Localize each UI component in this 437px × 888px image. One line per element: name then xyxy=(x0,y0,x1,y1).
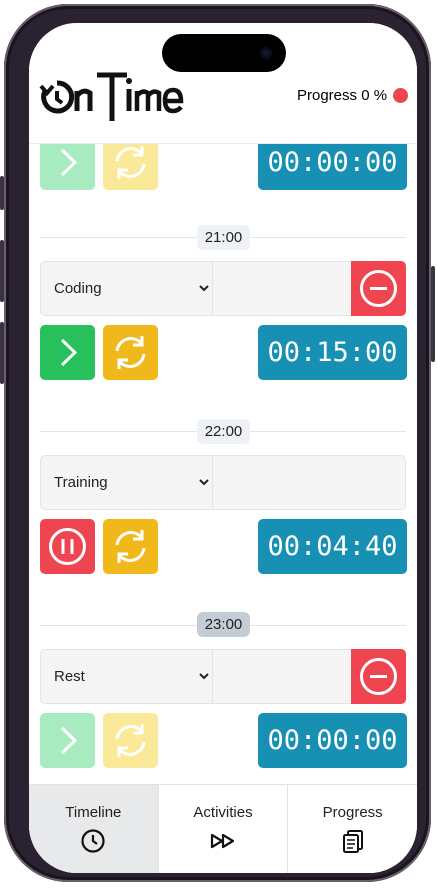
reset-button[interactable] xyxy=(103,519,158,574)
tab-timeline[interactable]: Timeline xyxy=(29,785,159,873)
progress-status-dot xyxy=(393,88,409,103)
refresh-icon xyxy=(115,336,146,369)
timeline-content[interactable]: 00:00:00 21:00 Coding 00:15:00 22:00 Tra… xyxy=(29,23,417,873)
pause-button[interactable] xyxy=(40,519,95,574)
reset-button[interactable] xyxy=(103,325,158,380)
remove-activity-button[interactable] xyxy=(351,649,406,704)
chevron-down-icon xyxy=(199,479,209,486)
clock-icon xyxy=(81,829,105,853)
play-button[interactable] xyxy=(40,713,95,768)
activity-select-row: Coding xyxy=(40,261,406,316)
play-icon xyxy=(60,726,78,755)
activity-select[interactable]: Rest xyxy=(41,650,213,703)
tab-label: Progress xyxy=(322,804,383,821)
remove-activity-button[interactable] xyxy=(351,261,406,316)
time-slot-chip: 21:00 xyxy=(197,225,250,250)
activity-timer: 00:15:00 xyxy=(258,325,407,380)
play-icon xyxy=(60,338,78,367)
progress-indicator: Progress 0 % xyxy=(297,87,409,104)
phone-frame: 00:00:00 21:00 Coding 00:15:00 22:00 Tra… xyxy=(0,4,435,882)
time-slot-chip-current: 23:00 xyxy=(197,612,250,637)
pause-icon xyxy=(49,528,86,565)
tab-label: Timeline xyxy=(65,804,122,821)
activity-select[interactable]: Training xyxy=(41,456,213,509)
chevron-down-icon xyxy=(199,673,209,680)
refresh-icon xyxy=(115,724,146,757)
reset-button[interactable] xyxy=(103,713,158,768)
minus-circle-icon xyxy=(360,270,397,307)
refresh-icon xyxy=(115,530,146,563)
activity-select[interactable]: Coding xyxy=(41,262,213,315)
activity-select-row: Rest xyxy=(40,649,406,704)
tab-activities[interactable]: Activities xyxy=(159,785,289,873)
power-button xyxy=(431,266,435,362)
clipboard-icon xyxy=(342,830,363,853)
fast-forward-icon xyxy=(210,833,235,849)
activity-select-row: Training xyxy=(40,455,406,510)
play-button[interactable] xyxy=(40,325,95,380)
activity-select-value: Coding xyxy=(54,280,102,297)
tab-label: Activities xyxy=(193,804,253,821)
side-button xyxy=(0,176,4,210)
activity-select-value: Rest xyxy=(54,668,85,685)
tab-progress[interactable]: Progress xyxy=(288,785,417,873)
minus-circle-icon xyxy=(360,658,397,695)
volume-up-button xyxy=(0,240,4,302)
activity-timer: 00:04:40 xyxy=(258,519,407,574)
app-screen: 00:00:00 21:00 Coding 00:15:00 22:00 Tra… xyxy=(29,23,417,873)
ontime-logo xyxy=(39,72,184,121)
bottom-nav: Timeline Activities Progress xyxy=(29,784,417,873)
time-slot-chip: 22:00 xyxy=(197,419,250,444)
camera xyxy=(260,47,272,59)
activity-select-value: Training xyxy=(54,474,108,491)
progress-label: Progress 0 % xyxy=(297,87,388,104)
activity-timer: 00:00:00 xyxy=(258,713,407,768)
dynamic-island xyxy=(162,34,286,72)
chevron-down-icon xyxy=(199,285,209,292)
volume-down-button xyxy=(0,322,4,384)
